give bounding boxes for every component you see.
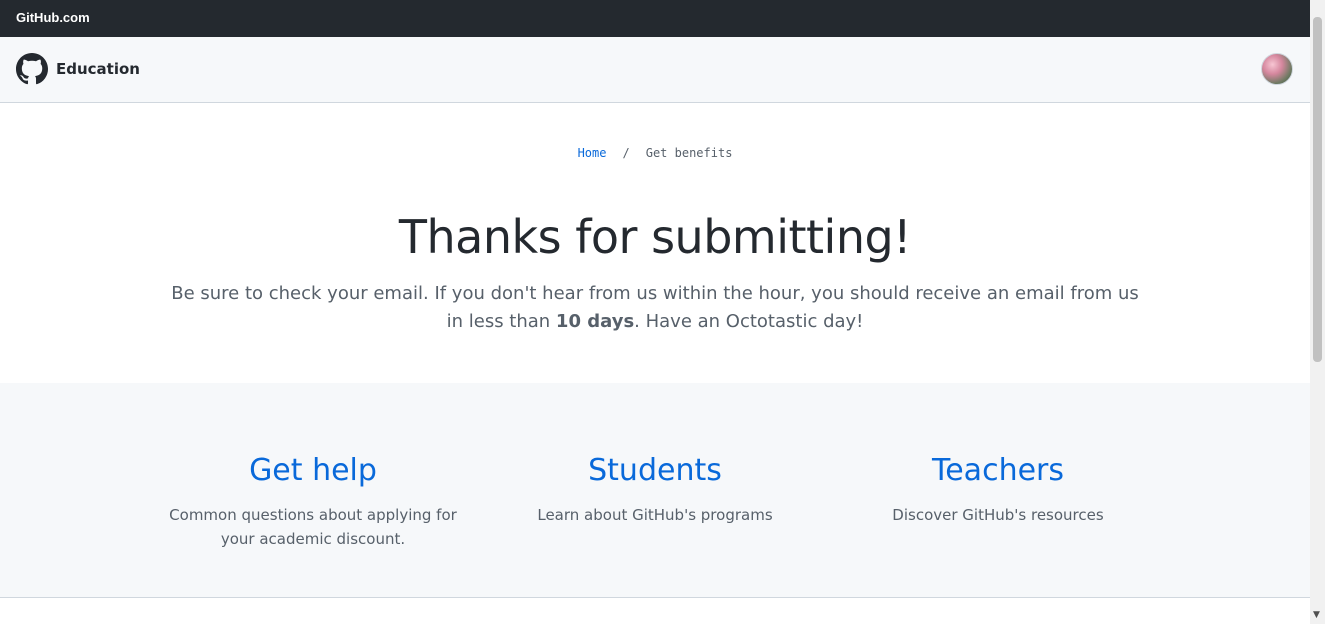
teachers-description: Discover GitHub's resources [892,506,1104,524]
vertical-scrollbar[interactable]: ▼ [1310,0,1325,624]
scroll-down-arrow-icon[interactable]: ▼ [1313,610,1320,620]
message-highlight: 10 days [555,311,635,332]
get-help-card: Get help Common questions about applying… [163,451,463,551]
resource-links-section: Get help Common questions about applying… [0,383,1310,598]
message-text-end: . Have an Octotastic day! [634,311,864,332]
breadcrumb-home-link[interactable]: Home [578,146,607,160]
students-link[interactable]: Students [505,451,805,491]
students-description: Learn about GitHub's programs [537,506,773,524]
browser-topbar: GitHub.com [0,0,1310,37]
page-title: Thanks for submitting! [398,210,912,264]
github-logo-icon[interactable] [16,53,48,85]
user-avatar[interactable] [1261,53,1293,85]
confirmation-message: Be sure to check your email. If you don'… [165,280,1145,336]
breadcrumb-separator: / [622,146,630,160]
breadcrumb: Home / Get benefits [0,146,1310,160]
students-card: Students Learn about GitHub's programs [505,451,805,527]
breadcrumb-current: Get benefits [645,146,733,160]
teachers-card: Teachers Discover GitHub's resources [848,451,1148,527]
scrollbar-thumb[interactable] [1313,17,1322,362]
site-header: Education [0,37,1310,103]
teachers-link[interactable]: Teachers [848,451,1148,491]
site-title: GitHub.com [16,10,90,25]
get-help-link[interactable]: Get help [163,451,463,491]
get-help-description: Common questions about applying for your… [169,506,457,548]
header-title[interactable]: Education [56,60,140,78]
